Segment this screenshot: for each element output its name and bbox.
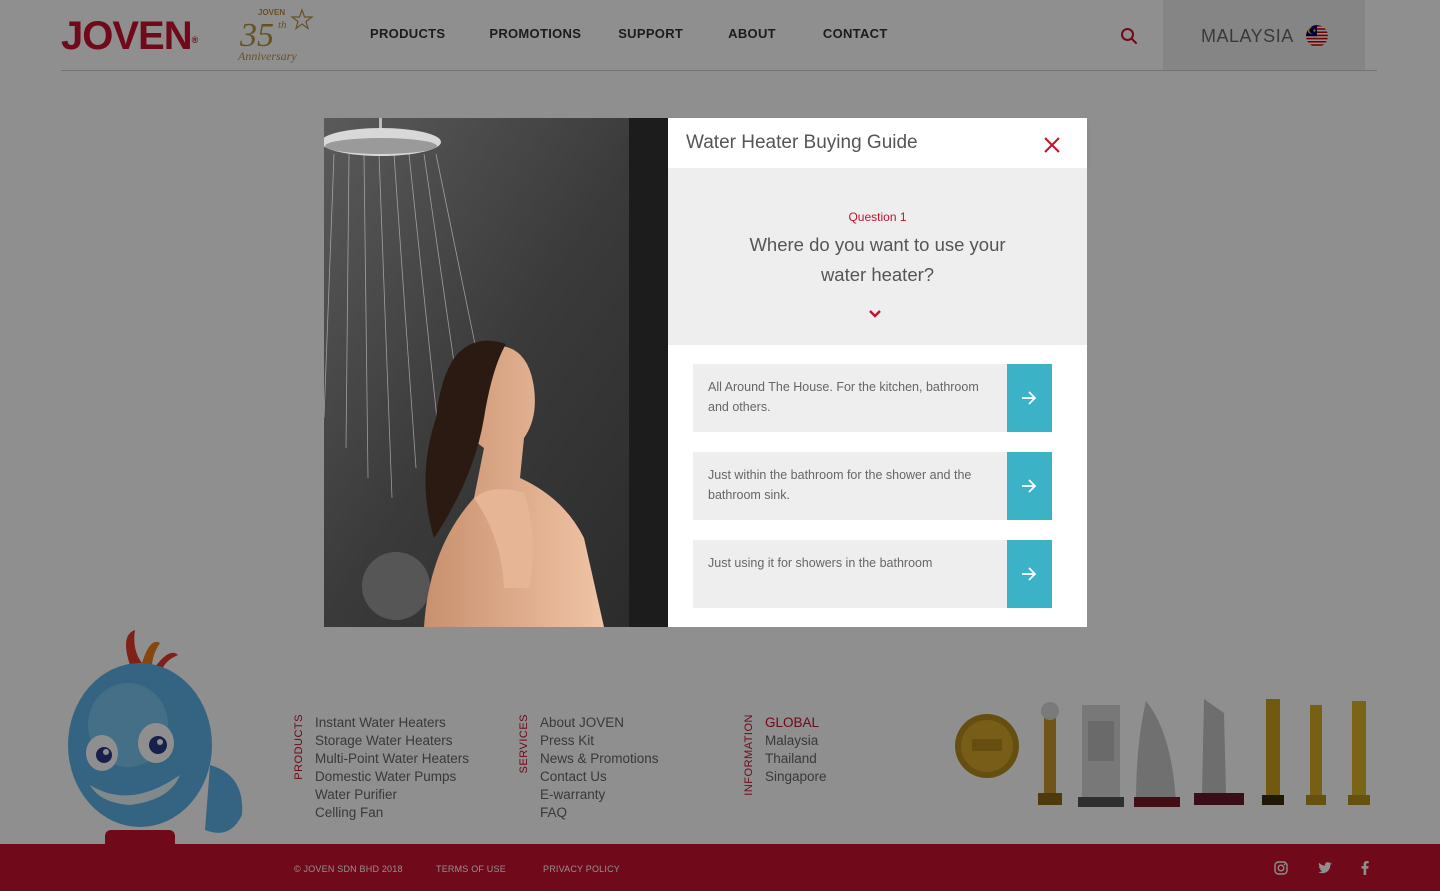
- modal-title: Water Heater Buying Guide: [686, 132, 918, 153]
- answer-option[interactable]: Just using it for showers in the bathroo…: [693, 540, 1052, 608]
- arrow-right-icon: [1022, 567, 1037, 581]
- answer-text: Just using it for showers in the bathroo…: [708, 556, 933, 570]
- arrow-right-icon: [1022, 391, 1037, 405]
- close-icon[interactable]: [1043, 136, 1061, 154]
- answer-text: Just within the bathroom for the shower …: [708, 468, 972, 502]
- chevron-down-icon: [869, 310, 881, 318]
- shower-photo: [324, 118, 668, 627]
- answer-next-button[interactable]: [1007, 452, 1052, 520]
- question-text: Where do you want to use your water heat…: [749, 234, 1006, 285]
- modal-header: Water Heater Buying Guide: [668, 118, 1087, 168]
- answer-next-button[interactable]: [1007, 364, 1052, 432]
- answer-option[interactable]: Just within the bathroom for the shower …: [693, 452, 1052, 520]
- buying-guide-modal: Water Heater Buying Guide Question 1 Whe…: [324, 118, 1087, 627]
- question-number: Question 1: [848, 210, 907, 224]
- guide-panel: Water Heater Buying Guide Question 1 Whe…: [668, 118, 1087, 627]
- answer-next-button[interactable]: [1007, 540, 1052, 608]
- answer-text: All Around The House. For the kitchen, b…: [708, 380, 979, 414]
- answer-option[interactable]: All Around The House. For the kitchen, b…: [693, 364, 1052, 432]
- question-box: Question 1 Where do you want to use your…: [668, 168, 1087, 345]
- arrow-right-icon: [1022, 479, 1037, 493]
